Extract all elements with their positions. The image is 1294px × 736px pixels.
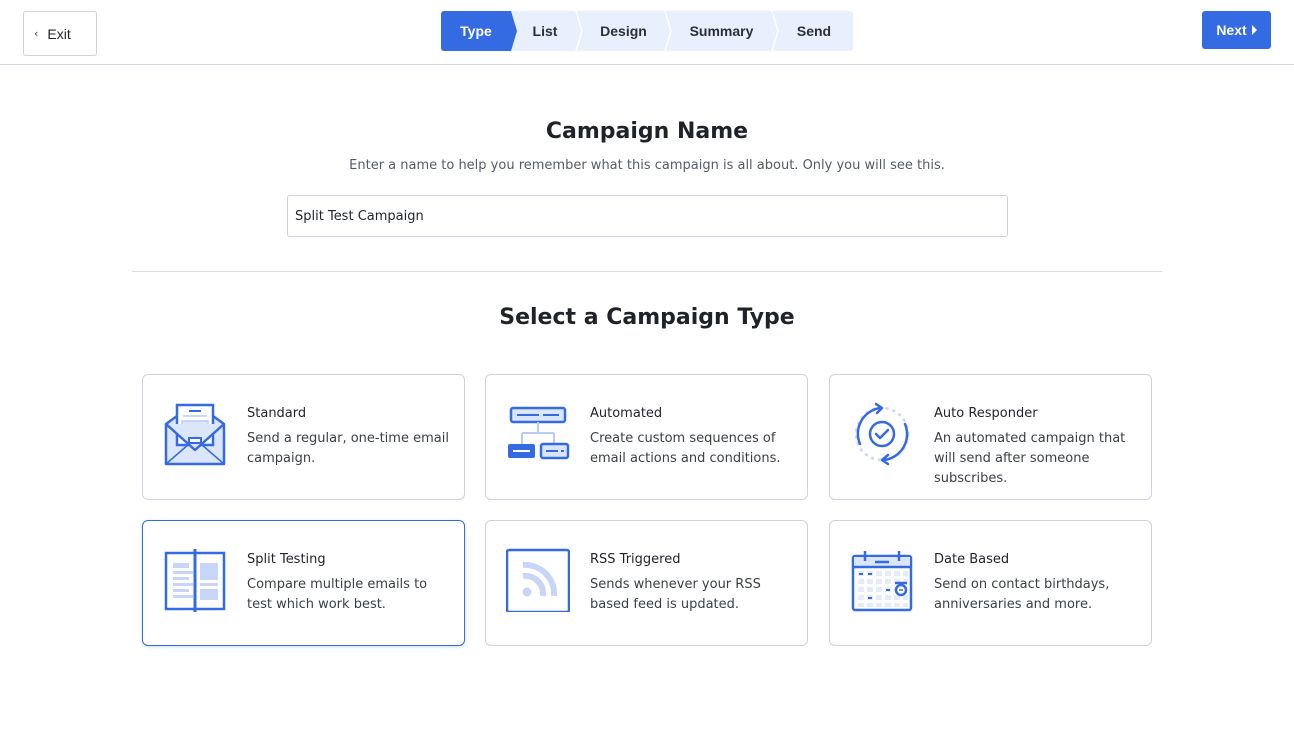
step-type[interactable]: Type [441,11,517,51]
step-label: List [532,23,558,39]
progress-stepper: Type List Design Summary Send [441,11,853,51]
card-description: Send a regular, one-time email campaign. [247,431,449,466]
exit-button[interactable]: ‹ Exit [23,11,97,56]
card-description: Create custom sequences of email actions… [590,431,781,466]
step-label: Summary [689,23,754,39]
calendar-icon [851,551,913,612]
flowchart-icon [508,406,570,460]
campaign-name-heading: Campaign Name [545,119,749,144]
next-label: Next [1216,22,1247,38]
campaign-type-card-auto-responder[interactable]: Auto Responder An automated campaign tha… [829,374,1152,500]
step-separator [575,11,583,51]
card-title: Standard [247,406,307,421]
step-summary[interactable]: Summary [668,11,779,51]
step-separator [505,11,517,51]
step-label: Type [460,23,492,39]
card-title: RSS Triggered [590,552,681,567]
card-description: An automated campaign that will send aft… [934,431,1126,486]
split-layout-icon [164,549,226,612]
campaign-type-card-split-testing[interactable]: Split Testing Compare multiple emails to… [142,520,465,646]
campaign-type-card-automated[interactable]: Automated Create custom sequences of ema… [485,374,808,500]
card-description: Sends whenever your RSS based feed is up… [590,577,761,612]
campaign-type-card-standard[interactable]: Standard Send a regular, one-time email … [142,374,465,500]
caret-right-icon [1251,25,1257,35]
campaign-type-card-rss-triggered[interactable]: RSS Triggered Sends whenever your RSS ba… [485,520,808,646]
card-description: Send on contact birthdays, anniversaries… [934,577,1110,612]
campaign-name-subtitle: Enter a name to help you remember what t… [349,158,945,173]
step-separator [664,11,672,51]
step-label: Send [796,23,832,39]
card-title: Auto Responder [934,406,1038,421]
card-description: Compare multiple emails to test which wo… [247,577,428,612]
next-button[interactable]: Next [1202,11,1271,49]
card-title: Automated [590,406,663,421]
campaign-name-input[interactable] [287,195,1008,237]
step-design[interactable]: Design [579,11,672,51]
exit-label: Exit [47,25,71,42]
step-label: Design [600,23,647,39]
campaign-type-card-date-based[interactable]: Date Based Send on contact birthdays, an… [829,520,1152,646]
step-separator [771,11,779,51]
section-divider [132,271,1162,272]
rss-icon [506,548,570,612]
envelope-icon [164,403,226,466]
step-send[interactable]: Send [775,11,853,51]
card-title: Date Based [934,552,1010,567]
step-list[interactable]: List [511,11,583,51]
card-title: Split Testing [247,552,326,567]
campaign-type-heading: Select a Campaign Type [499,305,795,330]
chevron-left-icon: ‹ [34,27,39,40]
top-bar: ‹ Exit Type List Design Summary Send Nex… [0,0,1294,65]
cycle-check-icon [854,402,910,466]
